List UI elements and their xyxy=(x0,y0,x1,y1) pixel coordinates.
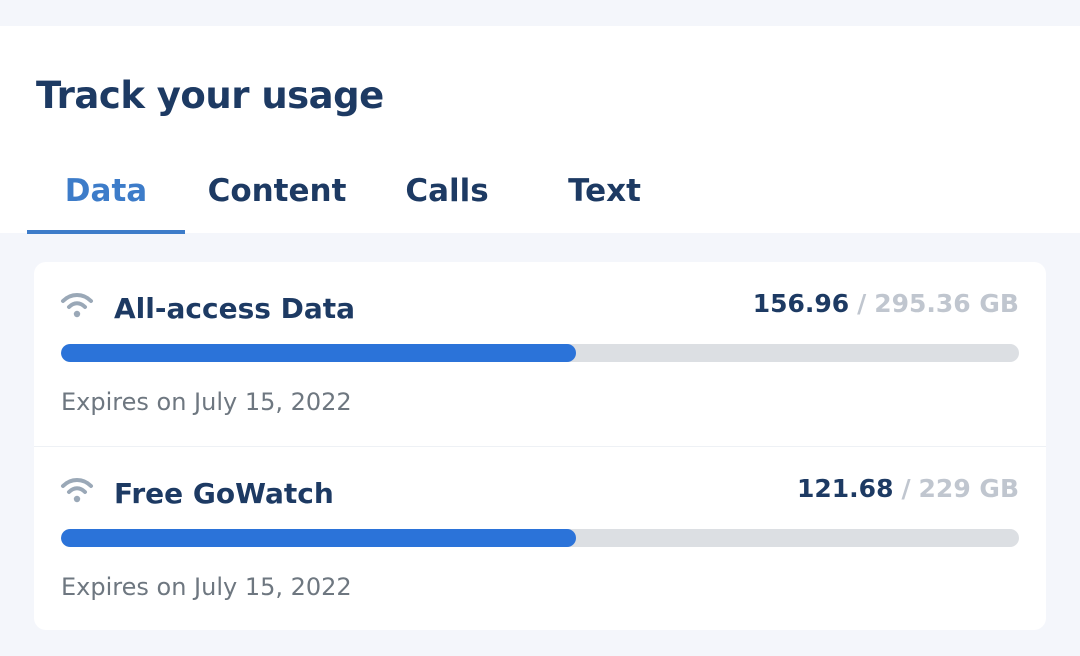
wifi-icon xyxy=(61,478,93,503)
usage-row-free-gowatch[interactable]: Free GoWatch 121.68 / 229 GB Expires on … xyxy=(34,446,1046,631)
active-tab-underline xyxy=(27,230,185,234)
tab-text-label: Text xyxy=(568,173,641,209)
usage-header-panel: Track your usage Data Content Calls Text xyxy=(0,26,1080,234)
usage-row-all-access-data[interactable]: All-access Data 156.96 / 295.36 GB Expir… xyxy=(34,262,1046,446)
usage-total: 295.36 GB xyxy=(874,289,1019,318)
tab-data[interactable]: Data xyxy=(27,176,185,234)
usage-progress-track xyxy=(61,529,1019,547)
expiry-date: Expires on July 15, 2022 xyxy=(61,388,352,416)
expiry-date: Expires on July 15, 2022 xyxy=(61,573,352,601)
usage-total: 229 GB xyxy=(918,474,1019,503)
page-title: Track your usage xyxy=(36,74,384,117)
usage-progress-fill xyxy=(61,529,577,547)
usage-tabs: Data Content Calls Text xyxy=(27,176,683,234)
tab-content[interactable]: Content xyxy=(197,176,357,234)
tab-data-label: Data xyxy=(64,173,148,209)
plan-name: Free GoWatch xyxy=(114,477,334,510)
tab-calls[interactable]: Calls xyxy=(382,176,512,234)
usage-amount: 121.68 / 229 GB xyxy=(797,474,1019,504)
usage-separator: / xyxy=(857,289,867,318)
usage-used: 121.68 xyxy=(797,474,894,503)
usage-used: 156.96 xyxy=(752,289,850,318)
usage-progress-fill xyxy=(61,344,577,362)
data-usage-card: All-access Data 156.96 / 295.36 GB Expir… xyxy=(34,262,1046,630)
usage-amount: 156.96 / 295.36 GB xyxy=(753,289,1019,319)
usage-separator: / xyxy=(901,474,911,503)
tab-text[interactable]: Text xyxy=(537,176,672,234)
tab-content-label: Content xyxy=(207,173,347,209)
plan-name: All-access Data xyxy=(114,292,356,325)
wifi-icon xyxy=(61,293,93,318)
tab-calls-label: Calls xyxy=(405,173,489,209)
usage-progress-track xyxy=(61,344,1019,362)
